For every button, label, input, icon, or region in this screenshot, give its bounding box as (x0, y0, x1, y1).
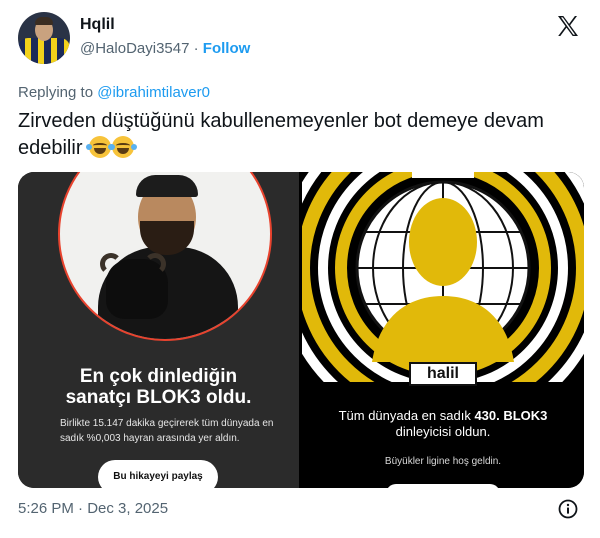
artist-photo (58, 172, 272, 341)
globe-silhouette-graphic (302, 172, 584, 382)
media-image-left[interactable]: En çok dinlediğin sanatçı BLOK3 oldu. Bi… (18, 172, 299, 488)
tweet-media[interactable]: En çok dinlediğin sanatçı BLOK3 oldu. Bi… (18, 172, 584, 488)
left-card-title-line2: sanatçı BLOK3 oldu. (65, 387, 252, 408)
share-story-button[interactable]: Bu hikayeyi paylaş (98, 460, 218, 488)
author-handle[interactable]: @HaloDayi3547 (80, 40, 189, 57)
left-card-body: Birlikte 15.147 dakika geçirerek tüm dün… (60, 418, 274, 444)
tweet-text: Zirveden düştüğünü kabullenemeyenler bot… (18, 108, 584, 162)
left-card-title: En çok dinlediğin sanatçı BLOK3 oldu. (18, 366, 299, 408)
reply-to-handle[interactable]: @ibrahimtilaver0 (97, 84, 210, 101)
tweet-header: Hqlil @HaloDayi3547 · Follow (18, 12, 584, 66)
right-card-subtext: Büyükler ligine hoş geldin. (384, 456, 502, 467)
media-image-right[interactable]: halil Tüm dünyada en sadık 430. BLOK3 di… (302, 172, 584, 488)
right-card-rank: 430. BLOK3 (474, 408, 548, 423)
right-card-text: Tüm dünyada en sadık 430. BLOK3 dinleyic… (302, 408, 584, 440)
info-icon[interactable] (558, 499, 578, 519)
right-card-button[interactable] (386, 484, 500, 488)
separator-dot: · (193, 40, 199, 57)
tweet-timestamp[interactable]: 5:26 PM · Dec 3, 2025 (18, 500, 168, 517)
x-logo-icon[interactable] (556, 14, 580, 38)
username-badge: halil (409, 362, 477, 386)
left-card-title-line1: En çok dinlediğin (79, 366, 238, 387)
tears-of-joy-emoji-icon (86, 136, 115, 158)
avatar[interactable] (18, 12, 70, 64)
author-display-name[interactable]: Hqlil (80, 16, 115, 34)
reply-prefix: Replying to (18, 84, 94, 101)
author-handle-row: @HaloDayi3547 · Follow (80, 40, 250, 57)
tears-of-joy-emoji-icon (109, 136, 138, 158)
reply-context: Replying to @ibrahimtilaver0 (18, 84, 210, 101)
follow-button[interactable]: Follow (203, 40, 251, 57)
right-card-text-prefix: Tüm dünyada en sadık (338, 408, 475, 423)
right-card-text-line2: dinleyicisi oldun. (395, 424, 491, 439)
